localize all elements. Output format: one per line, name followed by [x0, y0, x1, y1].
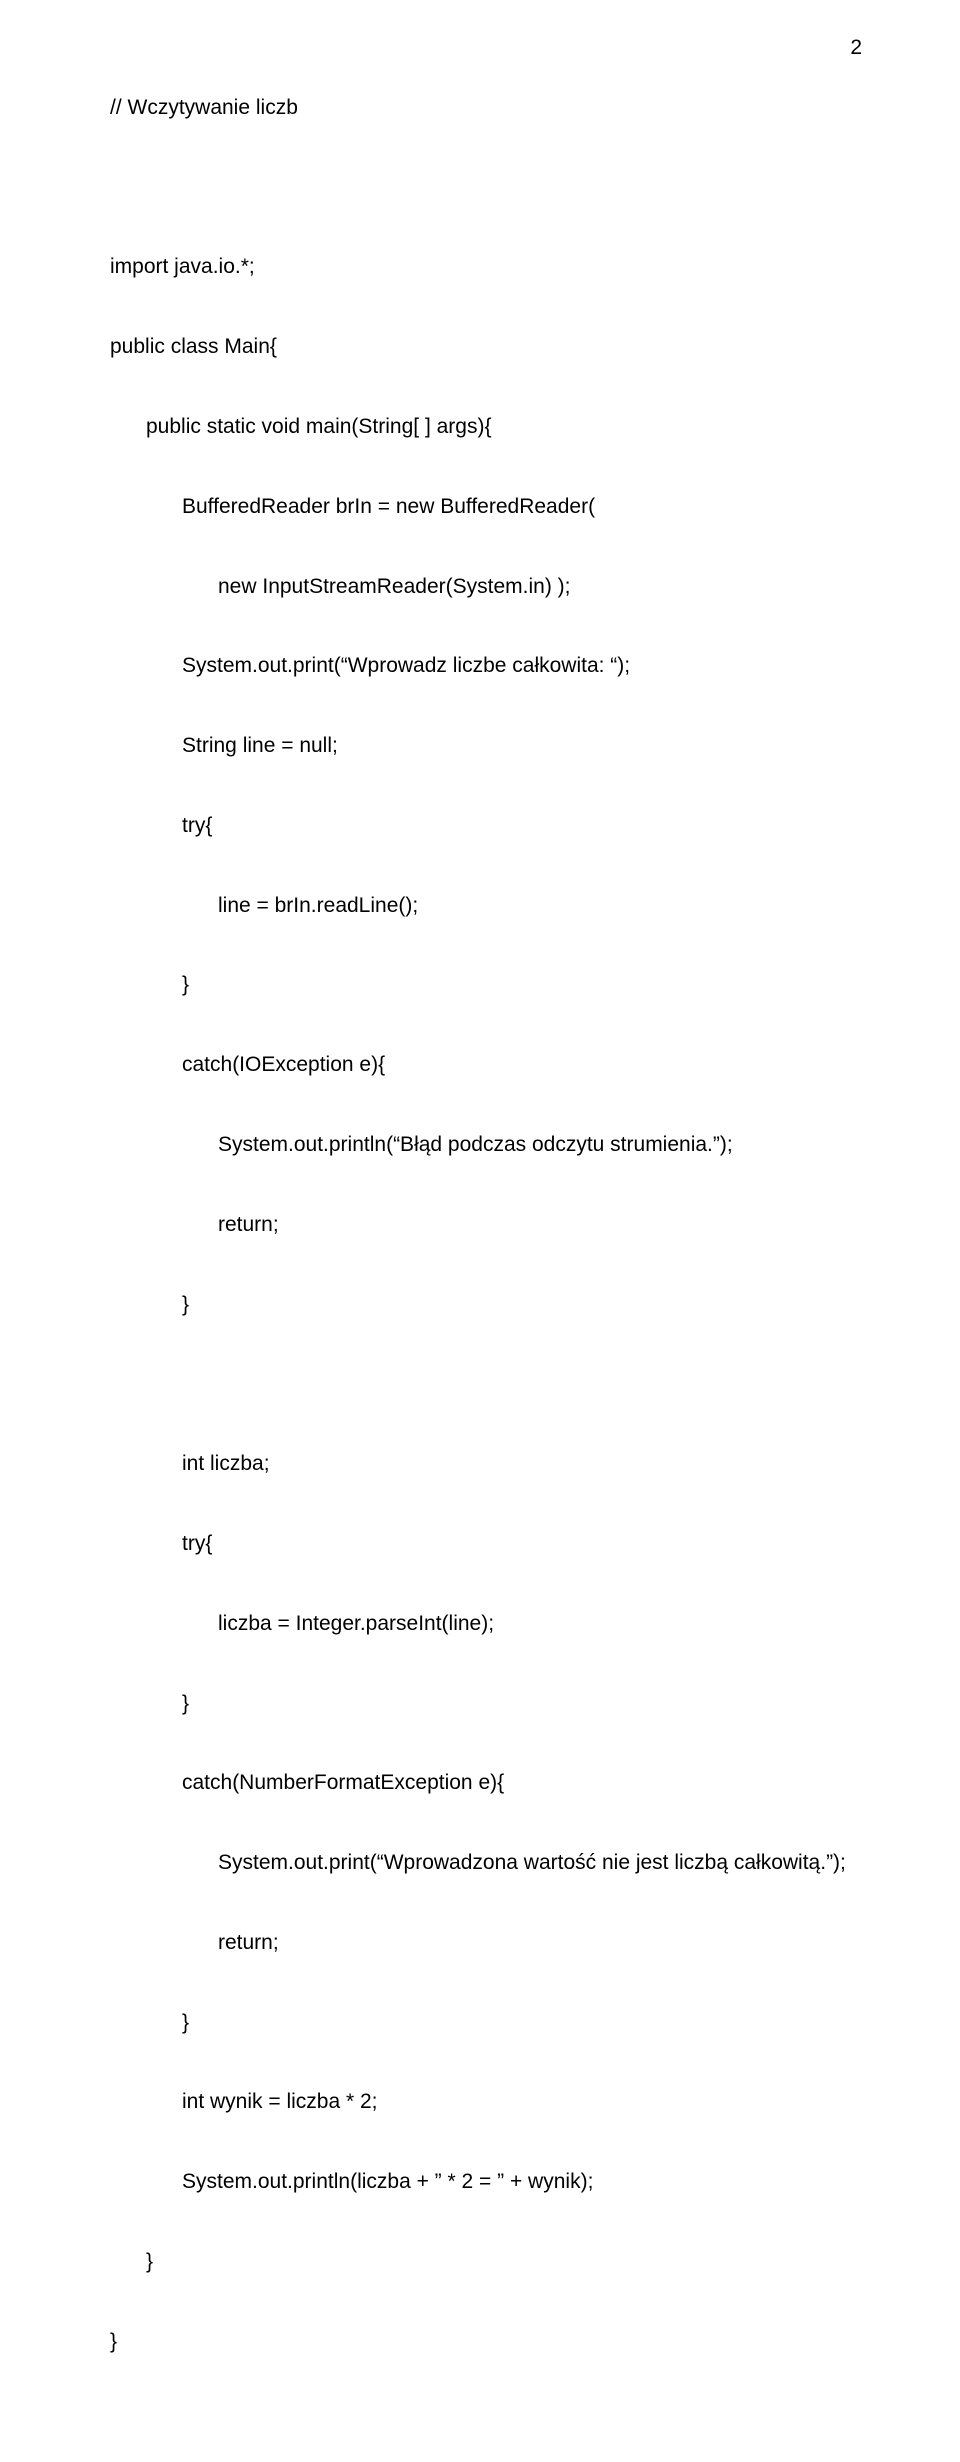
code-line: // Wczytywanie liczb [110, 88, 850, 128]
code-line: System.out.print(“Wprowadzona wartość ni… [110, 1843, 850, 1883]
code-line: } [110, 2242, 850, 2282]
code-line: System.out.print(“Wprowadz liczbe całkow… [110, 646, 850, 686]
code-line: catch(NumberFormatException e){ [110, 1763, 850, 1803]
code-line: } [110, 1684, 850, 1724]
page-number: 2 [850, 28, 862, 68]
code-line: new InputStreamReader(System.in) ); [110, 567, 850, 607]
code-line: line = brIn.readLine(); [110, 886, 850, 926]
code-line: System.out.println(“Błąd podczas odczytu… [110, 1125, 850, 1165]
code-line: return; [110, 1205, 850, 1245]
blank-line [110, 168, 850, 208]
code-line: } [110, 2322, 850, 2362]
code-line: liczba = Integer.parseInt(line); [110, 1604, 850, 1644]
code-line: try{ [110, 1524, 850, 1564]
code-line: catch(IOException e){ [110, 1045, 850, 1085]
code-line: int liczba; [110, 1444, 850, 1484]
code-line: } [110, 1285, 850, 1325]
code-line: System.out.println(liczba + ” * 2 = ” + … [110, 2162, 850, 2202]
code-block: // Wczytywanie liczb import java.io.*; p… [110, 48, 850, 2402]
code-line: int wynik = liczba * 2; [110, 2082, 850, 2122]
code-line: try{ [110, 806, 850, 846]
blank-line [110, 1364, 850, 1404]
code-line: return; [110, 1923, 850, 1963]
code-line: public static void main(String[ ] args){ [110, 407, 850, 447]
code-line: String line = null; [110, 726, 850, 766]
code-line: public class Main{ [110, 327, 850, 367]
code-line: BufferedReader brIn = new BufferedReader… [110, 487, 850, 527]
code-line: import java.io.*; [110, 247, 850, 287]
code-line: } [110, 2003, 850, 2043]
code-line: } [110, 965, 850, 1005]
